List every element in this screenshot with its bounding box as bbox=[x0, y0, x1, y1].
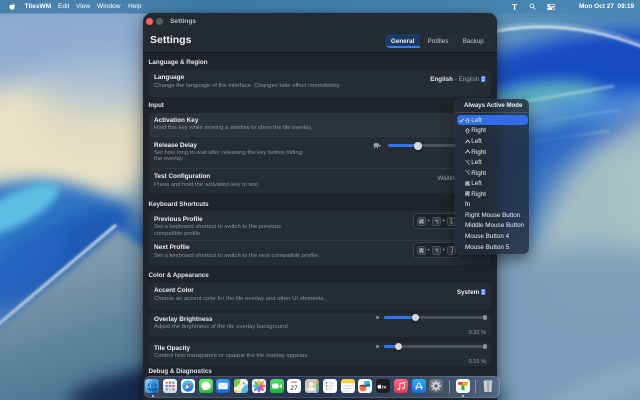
svg-text:27: 27 bbox=[291, 385, 299, 392]
svg-text:MON: MON bbox=[292, 382, 298, 384]
svg-text:tv: tv bbox=[382, 385, 387, 391]
